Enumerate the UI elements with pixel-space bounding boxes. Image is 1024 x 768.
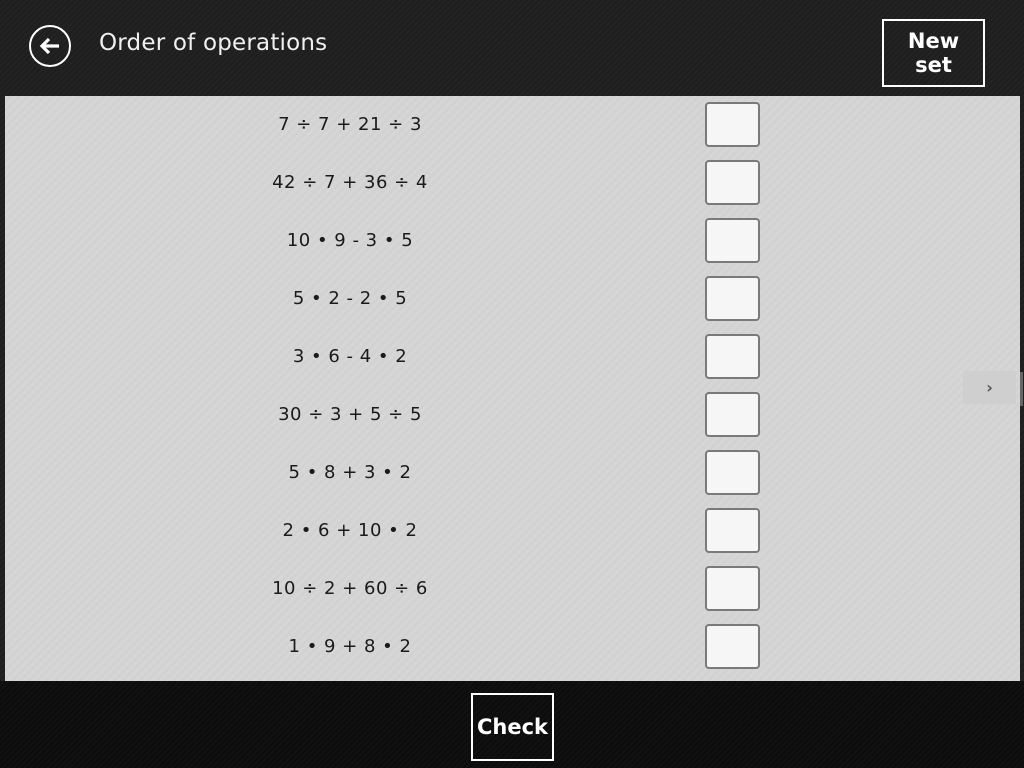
- chevron-right-icon: ›: [986, 378, 993, 397]
- problem-expression: 3 • 6 - 4 • 2: [292, 346, 408, 367]
- answer-input[interactable]: [705, 624, 760, 669]
- check-button[interactable]: Check: [471, 693, 554, 761]
- problem-row: 7 ÷ 7 + 21 ÷ 3: [5, 96, 1020, 154]
- problem-expression: 1 • 9 + 8 • 2: [288, 636, 412, 657]
- problem-row: 10 ÷ 2 + 60 ÷ 6: [5, 560, 1020, 618]
- answer-input[interactable]: [705, 276, 760, 321]
- problem-row: 42 ÷ 7 + 36 ÷ 4: [5, 154, 1020, 212]
- problem-row: 5 • 8 + 3 • 2: [5, 444, 1020, 502]
- problem-expression: 10 ÷ 2 + 60 ÷ 6: [272, 578, 428, 599]
- answer-input[interactable]: [705, 566, 760, 611]
- problems-panel: 7 ÷ 7 + 21 ÷ 3 42 ÷ 7 + 36 ÷ 4 10 • 9 - …: [5, 96, 1020, 681]
- scrollbar-thumb[interactable]: [1020, 372, 1023, 406]
- problem-expression: 5 • 2 - 2 • 5: [292, 288, 408, 309]
- answer-input[interactable]: [705, 450, 760, 495]
- answer-input[interactable]: [705, 508, 760, 553]
- answer-input[interactable]: [705, 334, 760, 379]
- problem-expression: 7 ÷ 7 + 21 ÷ 3: [278, 114, 422, 135]
- new-set-button[interactable]: New set: [882, 19, 985, 87]
- answer-input[interactable]: [705, 102, 760, 147]
- page-title: Order of operations: [99, 30, 328, 56]
- problem-expression: 2 • 6 + 10 • 2: [282, 520, 418, 541]
- problem-expression: 42 ÷ 7 + 36 ÷ 4: [272, 172, 428, 193]
- answer-input[interactable]: [705, 392, 760, 437]
- problem-expression: 30 ÷ 3 + 5 ÷ 5: [278, 404, 422, 425]
- problem-expression: 5 • 8 + 3 • 2: [288, 462, 412, 483]
- problem-expression: 10 • 9 - 3 • 5: [286, 230, 414, 251]
- problem-row: 1 • 9 + 8 • 2: [5, 618, 1020, 676]
- arrow-left-icon: [39, 37, 59, 55]
- next-page-button[interactable]: ›: [963, 371, 1016, 404]
- problem-row: 3 • 6 - 4 • 2: [5, 328, 1020, 386]
- problem-row: 10 • 9 - 3 • 5: [5, 212, 1020, 270]
- problem-row: 2 • 6 + 10 • 2: [5, 502, 1020, 560]
- answer-input[interactable]: [705, 160, 760, 205]
- problem-row: 5 • 2 - 2 • 5: [5, 270, 1020, 328]
- back-button[interactable]: [29, 25, 71, 67]
- problem-row: 30 ÷ 3 + 5 ÷ 5: [5, 386, 1020, 444]
- answer-input[interactable]: [705, 218, 760, 263]
